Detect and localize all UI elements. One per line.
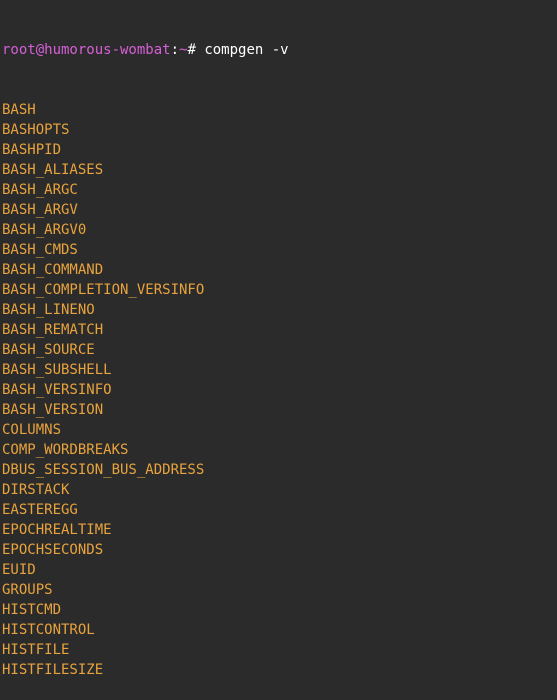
output-line: BASH_ARGC	[2, 180, 555, 200]
output-line: BASH_VERSION	[2, 400, 555, 420]
output-line: BASH_ARGV	[2, 200, 555, 220]
prompt-separator: :	[171, 42, 179, 58]
prompt-user-host: root@humorous-wombat	[2, 42, 171, 58]
output-line: BASH_SOURCE	[2, 340, 555, 360]
output-line: BASHPID	[2, 140, 555, 160]
command-text: compgen -v	[204, 42, 288, 58]
output-line: EPOCHREALTIME	[2, 520, 555, 540]
output-line: BASH_ARGV0	[2, 220, 555, 240]
output-line: BASH_ALIASES	[2, 160, 555, 180]
output-line: HISTCONTROL	[2, 620, 555, 640]
output-line: GROUPS	[2, 580, 555, 600]
output-line: DIRSTACK	[2, 480, 555, 500]
prompt-line: root@humorous-wombat:~# compgen -v	[2, 40, 555, 60]
output-line: BASH_SUBSHELL	[2, 360, 555, 380]
output-line: COMP_WORDBREAKS	[2, 440, 555, 460]
output-line: BASH_LINENO	[2, 300, 555, 320]
output-line: EASTEREGG	[2, 500, 555, 520]
output-line: COLUMNS	[2, 420, 555, 440]
terminal[interactable]: root@humorous-wombat:~# compgen -v BASHB…	[2, 0, 555, 700]
output-line: DBUS_SESSION_BUS_ADDRESS	[2, 460, 555, 480]
output-container: BASHBASHOPTSBASHPIDBASH_ALIASESBASH_ARGC…	[2, 100, 555, 680]
output-line: BASH_VERSINFO	[2, 380, 555, 400]
output-line: HISTFILE	[2, 640, 555, 660]
output-line: EUID	[2, 560, 555, 580]
output-line: BASH_COMPLETION_VERSINFO	[2, 280, 555, 300]
prompt-symbol: #	[187, 42, 195, 58]
output-line: HISTFILESIZE	[2, 660, 555, 680]
output-line: BASH_CMDS	[2, 240, 555, 260]
output-line: BASHOPTS	[2, 120, 555, 140]
output-line: BASH_COMMAND	[2, 260, 555, 280]
output-line: HISTCMD	[2, 600, 555, 620]
output-line: BASH	[2, 100, 555, 120]
output-line: EPOCHSECONDS	[2, 540, 555, 560]
output-line: BASH_REMATCH	[2, 320, 555, 340]
